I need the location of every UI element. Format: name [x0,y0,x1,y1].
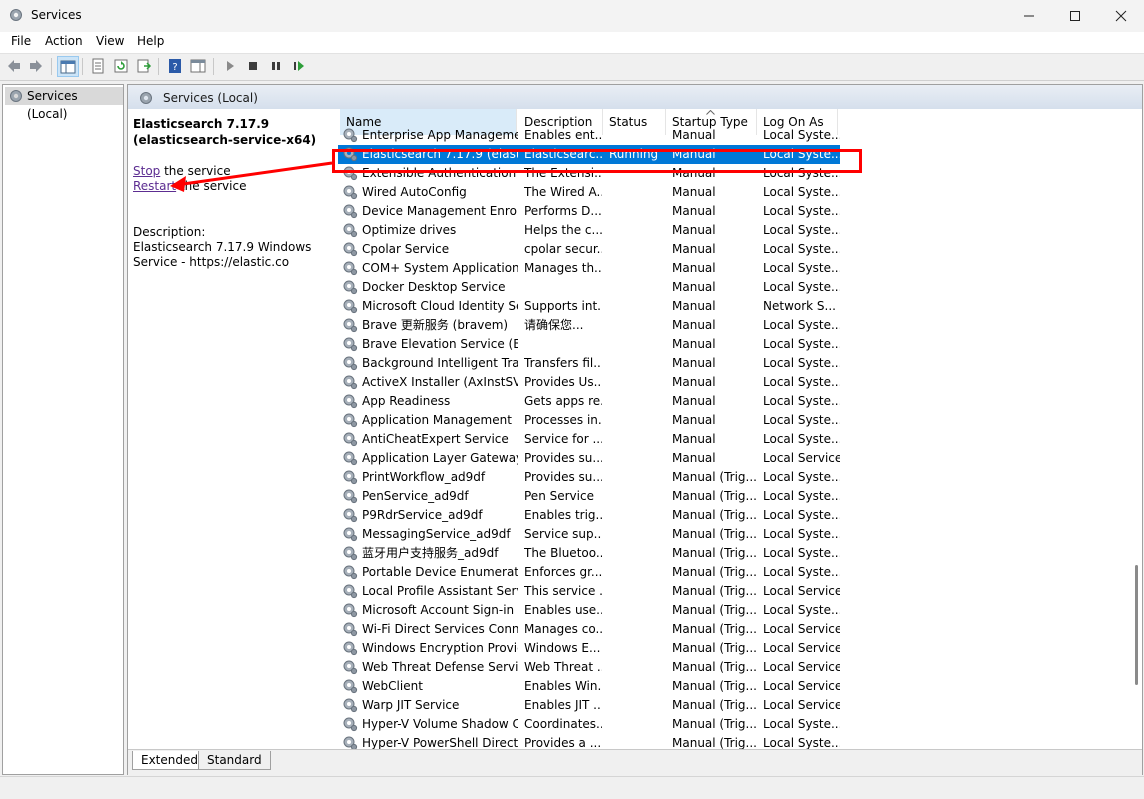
annotation-arrow [170,161,333,192]
status-bar [0,776,1144,799]
